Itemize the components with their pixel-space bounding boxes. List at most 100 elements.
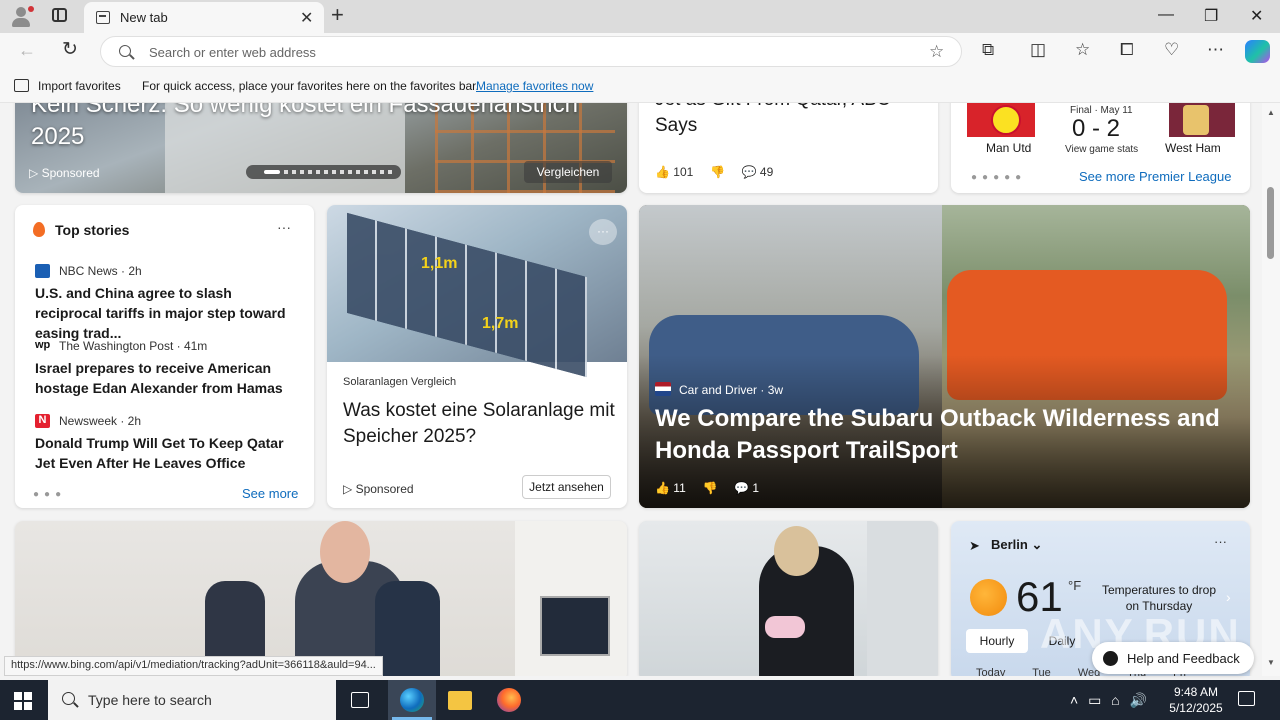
collections-icon[interactable]: ⧠	[1120, 40, 1134, 60]
back-button[interactable]: ←	[18, 40, 36, 61]
taskbar-search-placeholder: Type here to search	[88, 692, 212, 708]
refresh-button[interactable]: ↻	[62, 38, 78, 61]
extensions-icon[interactable]: ⧉	[982, 40, 994, 60]
import-favorites-icon	[14, 79, 29, 92]
story-headline[interactable]: U.S. and China agree to slash reciprocal…	[35, 283, 297, 343]
copilot-icon[interactable]	[1245, 40, 1270, 63]
close-tab-icon[interactable]: ✕	[300, 8, 313, 28]
dentist-photo-card[interactable]	[639, 521, 938, 676]
clock-date: 5/12/2025	[1169, 701, 1223, 715]
photo-sign	[540, 596, 610, 656]
task-view-icon[interactable]	[351, 692, 369, 708]
scroll-thumb[interactable]	[1267, 187, 1274, 259]
top-stories-pagination[interactable]: ●●●	[33, 489, 66, 500]
new-tab-button[interactable]: +	[331, 4, 344, 26]
vertical-scrollbar[interactable]: ▲ ▼	[1262, 103, 1280, 676]
hero-title[interactable]: Kein Scherz: So wenig kostet ein Fassade…	[31, 103, 611, 153]
tab-actions-icon[interactable]	[52, 8, 67, 22]
more-options-icon[interactable]: ···	[589, 219, 617, 245]
jetzt-ansehen-button[interactable]: Jetzt ansehen	[522, 475, 611, 499]
story-source: Newsweek · 2h	[59, 414, 142, 428]
car-headline[interactable]: We Compare the Subaru Outback Wilderness…	[655, 403, 1240, 467]
comment-count: 1	[752, 481, 760, 495]
story-headline[interactable]: Israel prepares to receive American host…	[35, 358, 297, 398]
qatar-headline[interactable]: Jet as Gift From Qatar, ABC Says	[655, 103, 925, 139]
file-explorer-icon[interactable]	[448, 691, 472, 710]
favorites-icon[interactable]: ☆	[1075, 40, 1090, 60]
weather-city[interactable]: Berlin ⌄	[991, 537, 1042, 553]
qatar-jet-card[interactable]: Jet as Gift From Qatar, ABC Says 👍 101 👎…	[639, 103, 938, 193]
news-feed: Kein Scherz: So wenig kostet ein Fassade…	[0, 103, 1262, 676]
comment-count: 49	[759, 165, 774, 179]
netherlands-flag-icon	[655, 382, 671, 396]
measure-label-height: 1,7m	[482, 315, 519, 332]
manage-favorites-link[interactable]: Manage favorites now	[476, 79, 593, 93]
firefox-icon[interactable]	[497, 688, 521, 712]
story-headline[interactable]: Donald Trump Will Get To Keep Qatar Jet …	[35, 433, 297, 473]
car-comparison-card[interactable]: Car and Driver · 3w We Compare the Subar…	[639, 205, 1250, 508]
ad-source: Solaranlagen Vergleich	[343, 376, 457, 388]
like-icon[interactable]: 👍	[655, 481, 670, 495]
chevron-right-icon[interactable]: ›	[1226, 589, 1231, 605]
browser-essentials-icon[interactable]: ♡	[1164, 40, 1179, 60]
clock-time: 9:48 AM	[1173, 685, 1219, 699]
link-status-bar: https://www.bing.com/api/v1/mediation/tr…	[4, 656, 383, 676]
hero-carousel-card[interactable]: Kein Scherz: So wenig kostet ein Fassade…	[15, 103, 627, 193]
hero-sponsored-label: ▷ Sponsored	[29, 166, 100, 180]
tab-new-tab[interactable]: New tab ✕	[84, 2, 324, 33]
edge-icon	[400, 688, 424, 712]
close-window-icon[interactable]: ✕	[1250, 6, 1263, 26]
taskbar-search-box[interactable]: Type here to search	[48, 680, 336, 720]
pl-pagination[interactable]: ●●●●●	[971, 172, 1026, 183]
like-icon[interactable]: 👍	[655, 165, 670, 179]
home-team: Man Utd	[986, 141, 1032, 155]
sponsored-label: ▷ Sponsored	[343, 482, 414, 496]
help-feedback-button[interactable]: Help and Feedback	[1092, 642, 1254, 674]
comment-icon[interactable]: 💬	[742, 165, 757, 179]
taskbar-clock[interactable]: 9:48 AM 5/12/2025	[1168, 684, 1224, 716]
newtab-page-icon	[96, 11, 110, 24]
import-favorites-button[interactable]: Import favorites	[38, 79, 121, 93]
west-ham-crest-icon	[1183, 105, 1209, 135]
man-utd-crest-icon	[991, 105, 1021, 135]
system-tray[interactable]: ˄ ▭ ⌂ 🔊	[1070, 692, 1147, 709]
dentist-image	[639, 521, 867, 676]
restore-icon[interactable]: ❐	[1204, 6, 1218, 26]
see-more-premier-league-link[interactable]: See more Premier League	[1079, 169, 1231, 184]
politics-photo-card[interactable]	[15, 521, 627, 676]
help-icon	[1103, 651, 1118, 666]
sponsored-text: Sponsored	[355, 482, 414, 496]
forecast-day: Tue	[1032, 667, 1051, 676]
compare-button[interactable]: Vergleichen	[524, 161, 612, 183]
scroll-up-icon[interactable]: ▲	[1267, 108, 1275, 117]
carousel-pagination[interactable]	[246, 165, 401, 179]
tab-hourly[interactable]: Hourly	[966, 629, 1028, 653]
more-menu-icon[interactable]: ⋯	[1207, 40, 1224, 60]
see-more-link[interactable]: See more	[242, 486, 298, 501]
temperature-unit[interactable]: °F	[1068, 578, 1081, 593]
profile-icon[interactable]	[8, 4, 34, 28]
more-options-icon[interactable]: ···	[1214, 534, 1227, 549]
solar-ad-card[interactable]: 1,1m 1,7m ··· Solaranlagen Vergleich Was…	[327, 205, 627, 508]
photo-person	[375, 581, 440, 676]
ad-title[interactable]: Was kostet eine Solaranlage mit Speicher…	[343, 398, 618, 450]
game-stats-link[interactable]: View game stats	[1065, 144, 1138, 155]
dislike-icon[interactable]: 👎	[702, 481, 717, 495]
notifications-icon[interactable]	[1238, 691, 1255, 706]
favorite-star-icon[interactable]: ☆	[929, 42, 944, 62]
location-arrow-icon: ➤	[969, 538, 980, 553]
comment-icon[interactable]: 💬	[734, 481, 749, 495]
hero-sponsored-text: Sponsored	[41, 166, 100, 180]
minimize-icon[interactable]: —	[1158, 6, 1174, 24]
windows-start-icon[interactable]	[14, 692, 32, 710]
scroll-down-icon[interactable]: ▼	[1267, 658, 1275, 667]
premier-league-card[interactable]: Man Utd Final · May 11 0 - 2 View game s…	[951, 103, 1250, 193]
photo-face	[320, 521, 370, 583]
more-options-icon[interactable]: ···	[277, 219, 291, 235]
search-icon	[119, 45, 131, 57]
match-score[interactable]: 0 - 2	[1072, 115, 1120, 143]
dislike-icon[interactable]: 👎	[710, 165, 725, 179]
address-bar[interactable]: Search or enter web address ☆	[100, 36, 962, 67]
edge-taskbar-button[interactable]	[388, 680, 436, 720]
split-screen-icon[interactable]: ◫	[1030, 40, 1046, 60]
